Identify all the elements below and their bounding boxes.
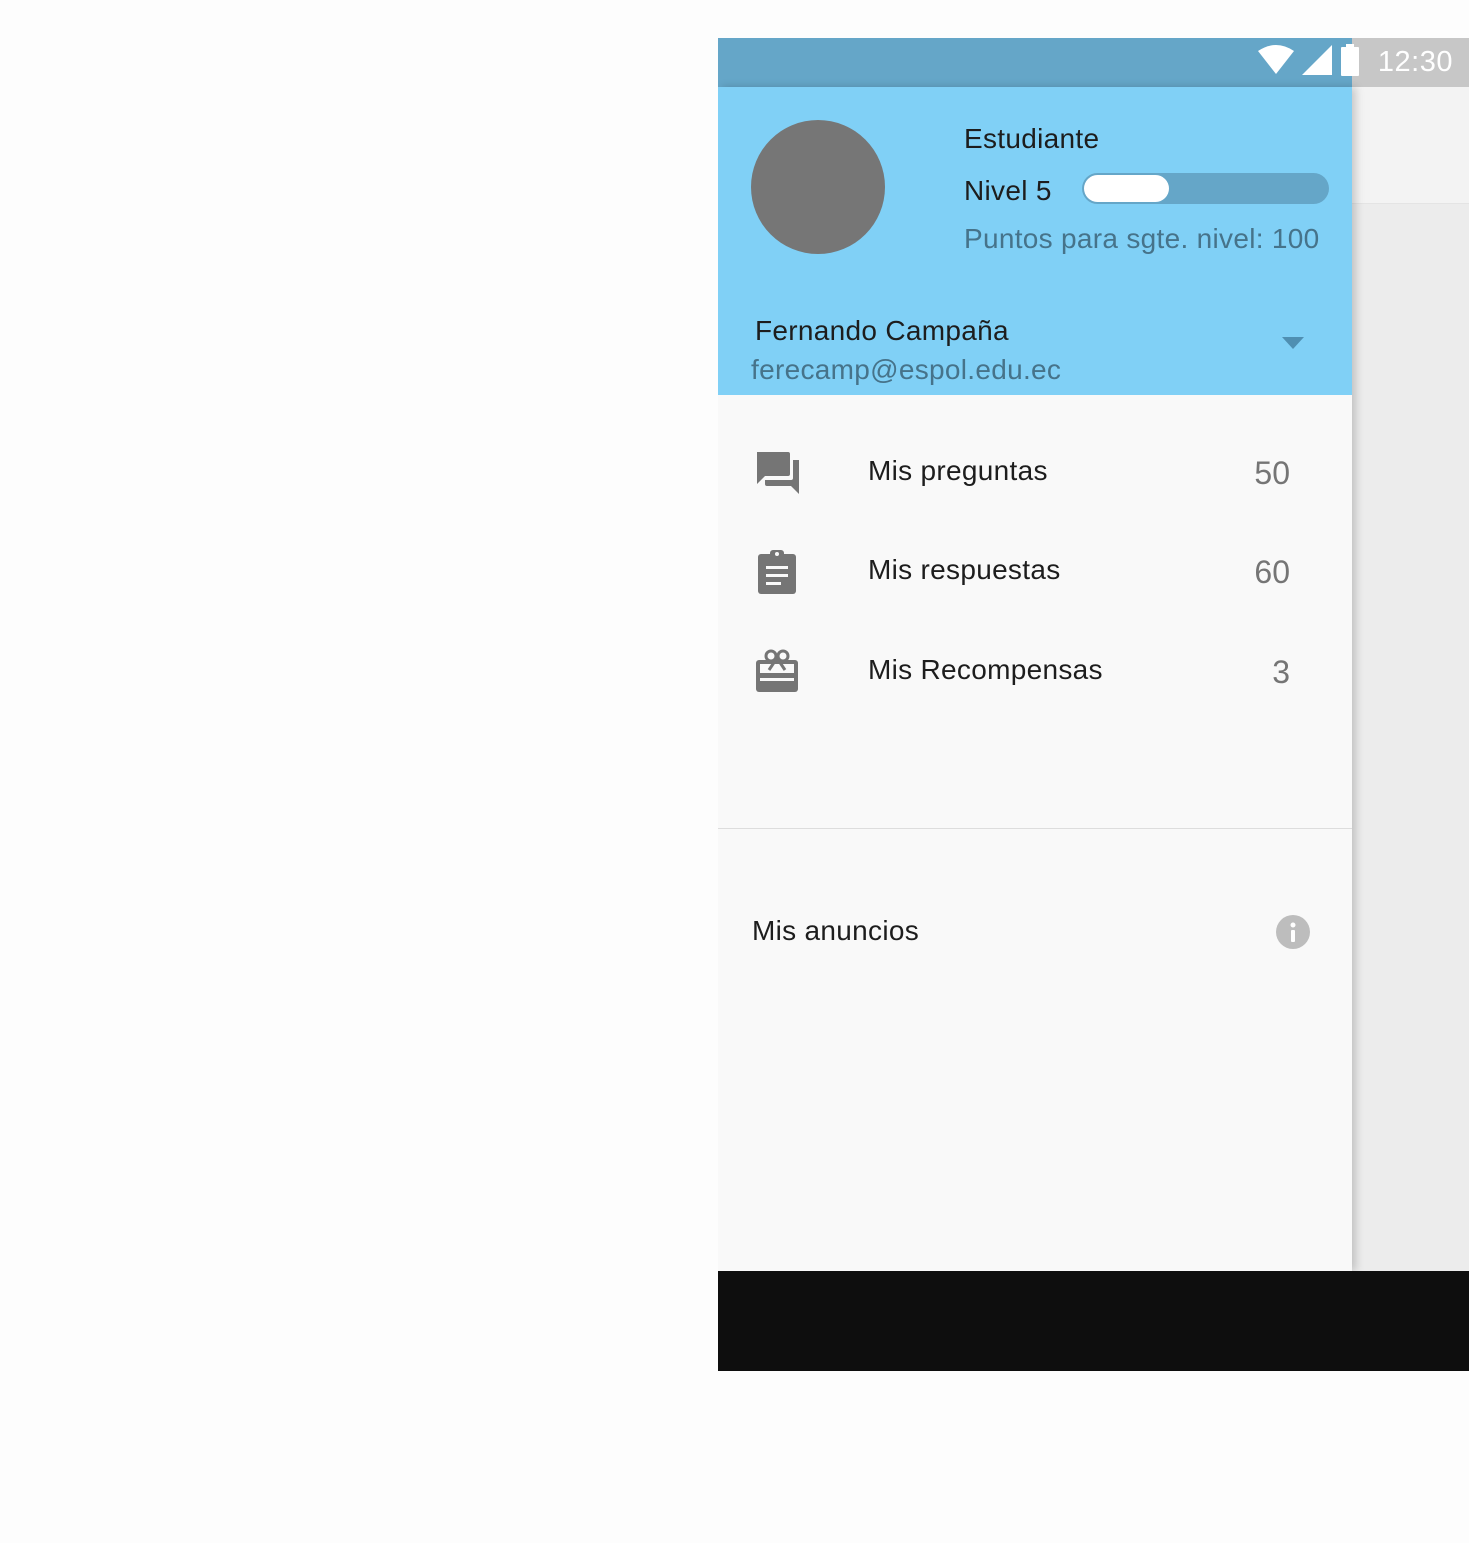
status-icons: 12:30 — [1257, 38, 1469, 87]
menu-item-label: Mis respuestas — [868, 554, 1061, 585]
user-level: Nivel 5 — [964, 175, 1052, 206]
wifi-icon — [1257, 45, 1294, 80]
system-navigation-bar — [718, 1271, 1469, 1371]
forum-icon — [754, 449, 802, 497]
avatar[interactable] — [751, 120, 885, 254]
menu-item-label: Mis Recompensas — [868, 654, 1103, 685]
redeem-icon — [754, 648, 802, 696]
level-progress-fill — [1084, 175, 1169, 202]
divider — [718, 828, 1352, 829]
battery-icon — [1340, 44, 1360, 81]
drawer-header: Estudiante Nivel 5 Puntos para sgte. niv… — [718, 87, 1352, 395]
user-email: ferecamp@espol.edu.ec — [751, 354, 1062, 385]
menu-item-count: 50 — [1254, 455, 1290, 491]
menu-item-mis-anuncios[interactable]: Mis anuncios — [718, 887, 1352, 977]
phone-screen: 12:30 Estudiante Nivel 5 Puntos para sgt… — [718, 38, 1469, 1371]
background-app-toolbar — [1352, 87, 1469, 204]
menu-item-label: Mis preguntas — [868, 455, 1048, 486]
cell-signal-icon — [1301, 45, 1332, 80]
navigation-drawer: Estudiante Nivel 5 Puntos para sgte. niv… — [718, 87, 1352, 1271]
menu-item-mis-preguntas[interactable]: Mis preguntas 50 — [718, 427, 1352, 519]
user-name: Fernando Campaña — [755, 315, 1009, 346]
user-role: Estudiante — [964, 123, 1100, 154]
menu-item-count: 3 — [1272, 654, 1290, 690]
level-progress-bar — [1082, 173, 1329, 204]
arrow-drop-down-icon — [1282, 336, 1304, 354]
menu-item-mis-recompensas[interactable]: Mis Recompensas 3 — [718, 626, 1352, 718]
assignment-icon — [754, 548, 802, 596]
status-bar: 12:30 — [718, 38, 1469, 87]
account-dropdown-toggle[interactable] — [1278, 335, 1308, 355]
ads-label: Mis anuncios — [752, 915, 920, 946]
menu-item-count: 60 — [1254, 554, 1290, 590]
info-icon[interactable] — [1276, 915, 1310, 949]
menu-item-mis-respuestas[interactable]: Mis respuestas 60 — [718, 526, 1352, 618]
points-to-next-level: Puntos para sgte. nivel: 100 — [964, 223, 1320, 254]
status-time: 12:30 — [1377, 46, 1453, 78]
